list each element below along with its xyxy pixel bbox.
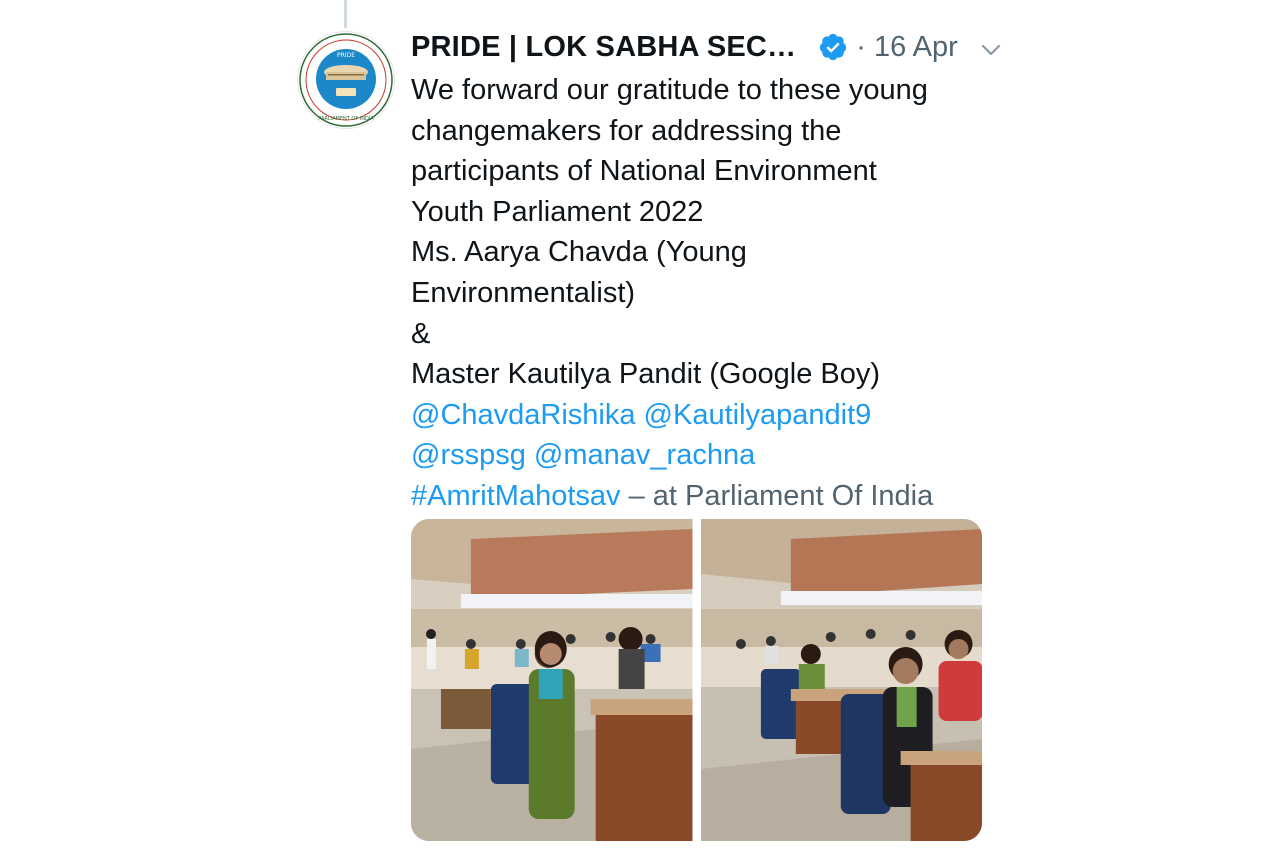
tweet-header: PRIDE | LOK SABHA SEC… · 16 Apr — [411, 24, 1000, 70]
verified-badge-icon — [818, 32, 848, 62]
author-name[interactable]: PRIDE | LOK SABHA SEC… — [411, 31, 796, 64]
mention-link[interactable]: @manav_rachna — [534, 439, 755, 471]
tweet-text-line: Ms. Aarya Chavda (Young — [411, 236, 747, 269]
pride-logo-icon: PRIDE PARLIAMENT OF INDIA — [299, 33, 393, 127]
tweet-photo-2[interactable] — [700, 519, 982, 841]
tweet-text-line: & — [411, 317, 431, 350]
location-text[interactable]: – at Parliament Of India — [629, 480, 934, 512]
separator-dot: · — [856, 30, 866, 63]
mentions-line: @ChavdaRishika @Kautilyapandit9 — [411, 395, 986, 436]
tweet-date[interactable]: 16 Apr — [874, 31, 958, 64]
mention-link[interactable]: @Kautilyapandit9 — [644, 399, 872, 431]
tweet-text-line: changemakers for addressing the — [411, 114, 842, 147]
mention-link[interactable]: @ChavdaRishika — [411, 399, 635, 431]
media-grid — [411, 519, 982, 841]
tweet-text: We forward our gratitude to these young … — [411, 70, 986, 517]
mentions-line: @rsspsg @manav_rachna — [411, 435, 986, 476]
tweet-text-line: We forward our gratitude to these young — [411, 74, 928, 106]
thread-connector-line — [344, 0, 347, 28]
tweet-text-line: Environmentalist) — [411, 276, 636, 309]
tweet-text-line: participants of National Environment — [411, 155, 877, 188]
tweet-photo-1[interactable] — [411, 519, 693, 841]
svg-text:PARLIAMENT OF INDIA: PARLIAMENT OF INDIA — [318, 116, 374, 122]
hashtag-link[interactable]: #AmritMahotsav — [411, 480, 621, 512]
svg-text:PRIDE: PRIDE — [337, 52, 355, 59]
mention-link[interactable]: @rsspsg — [411, 439, 526, 471]
hashtag-location-line: #AmritMahotsav – at Parliament Of India — [411, 476, 986, 517]
chevron-down-icon[interactable] — [980, 36, 1002, 58]
tweet-text-line: Master Kautilya Pandit (Google Boy) — [411, 358, 881, 391]
avatar[interactable]: PRIDE PARLIAMENT OF INDIA — [297, 31, 395, 129]
tweet-text-line: Youth Parliament 2022 — [411, 195, 704, 228]
tweet: PRIDE | LOK SABHA SEC… · 16 Apr We forwa… — [411, 24, 1000, 517]
